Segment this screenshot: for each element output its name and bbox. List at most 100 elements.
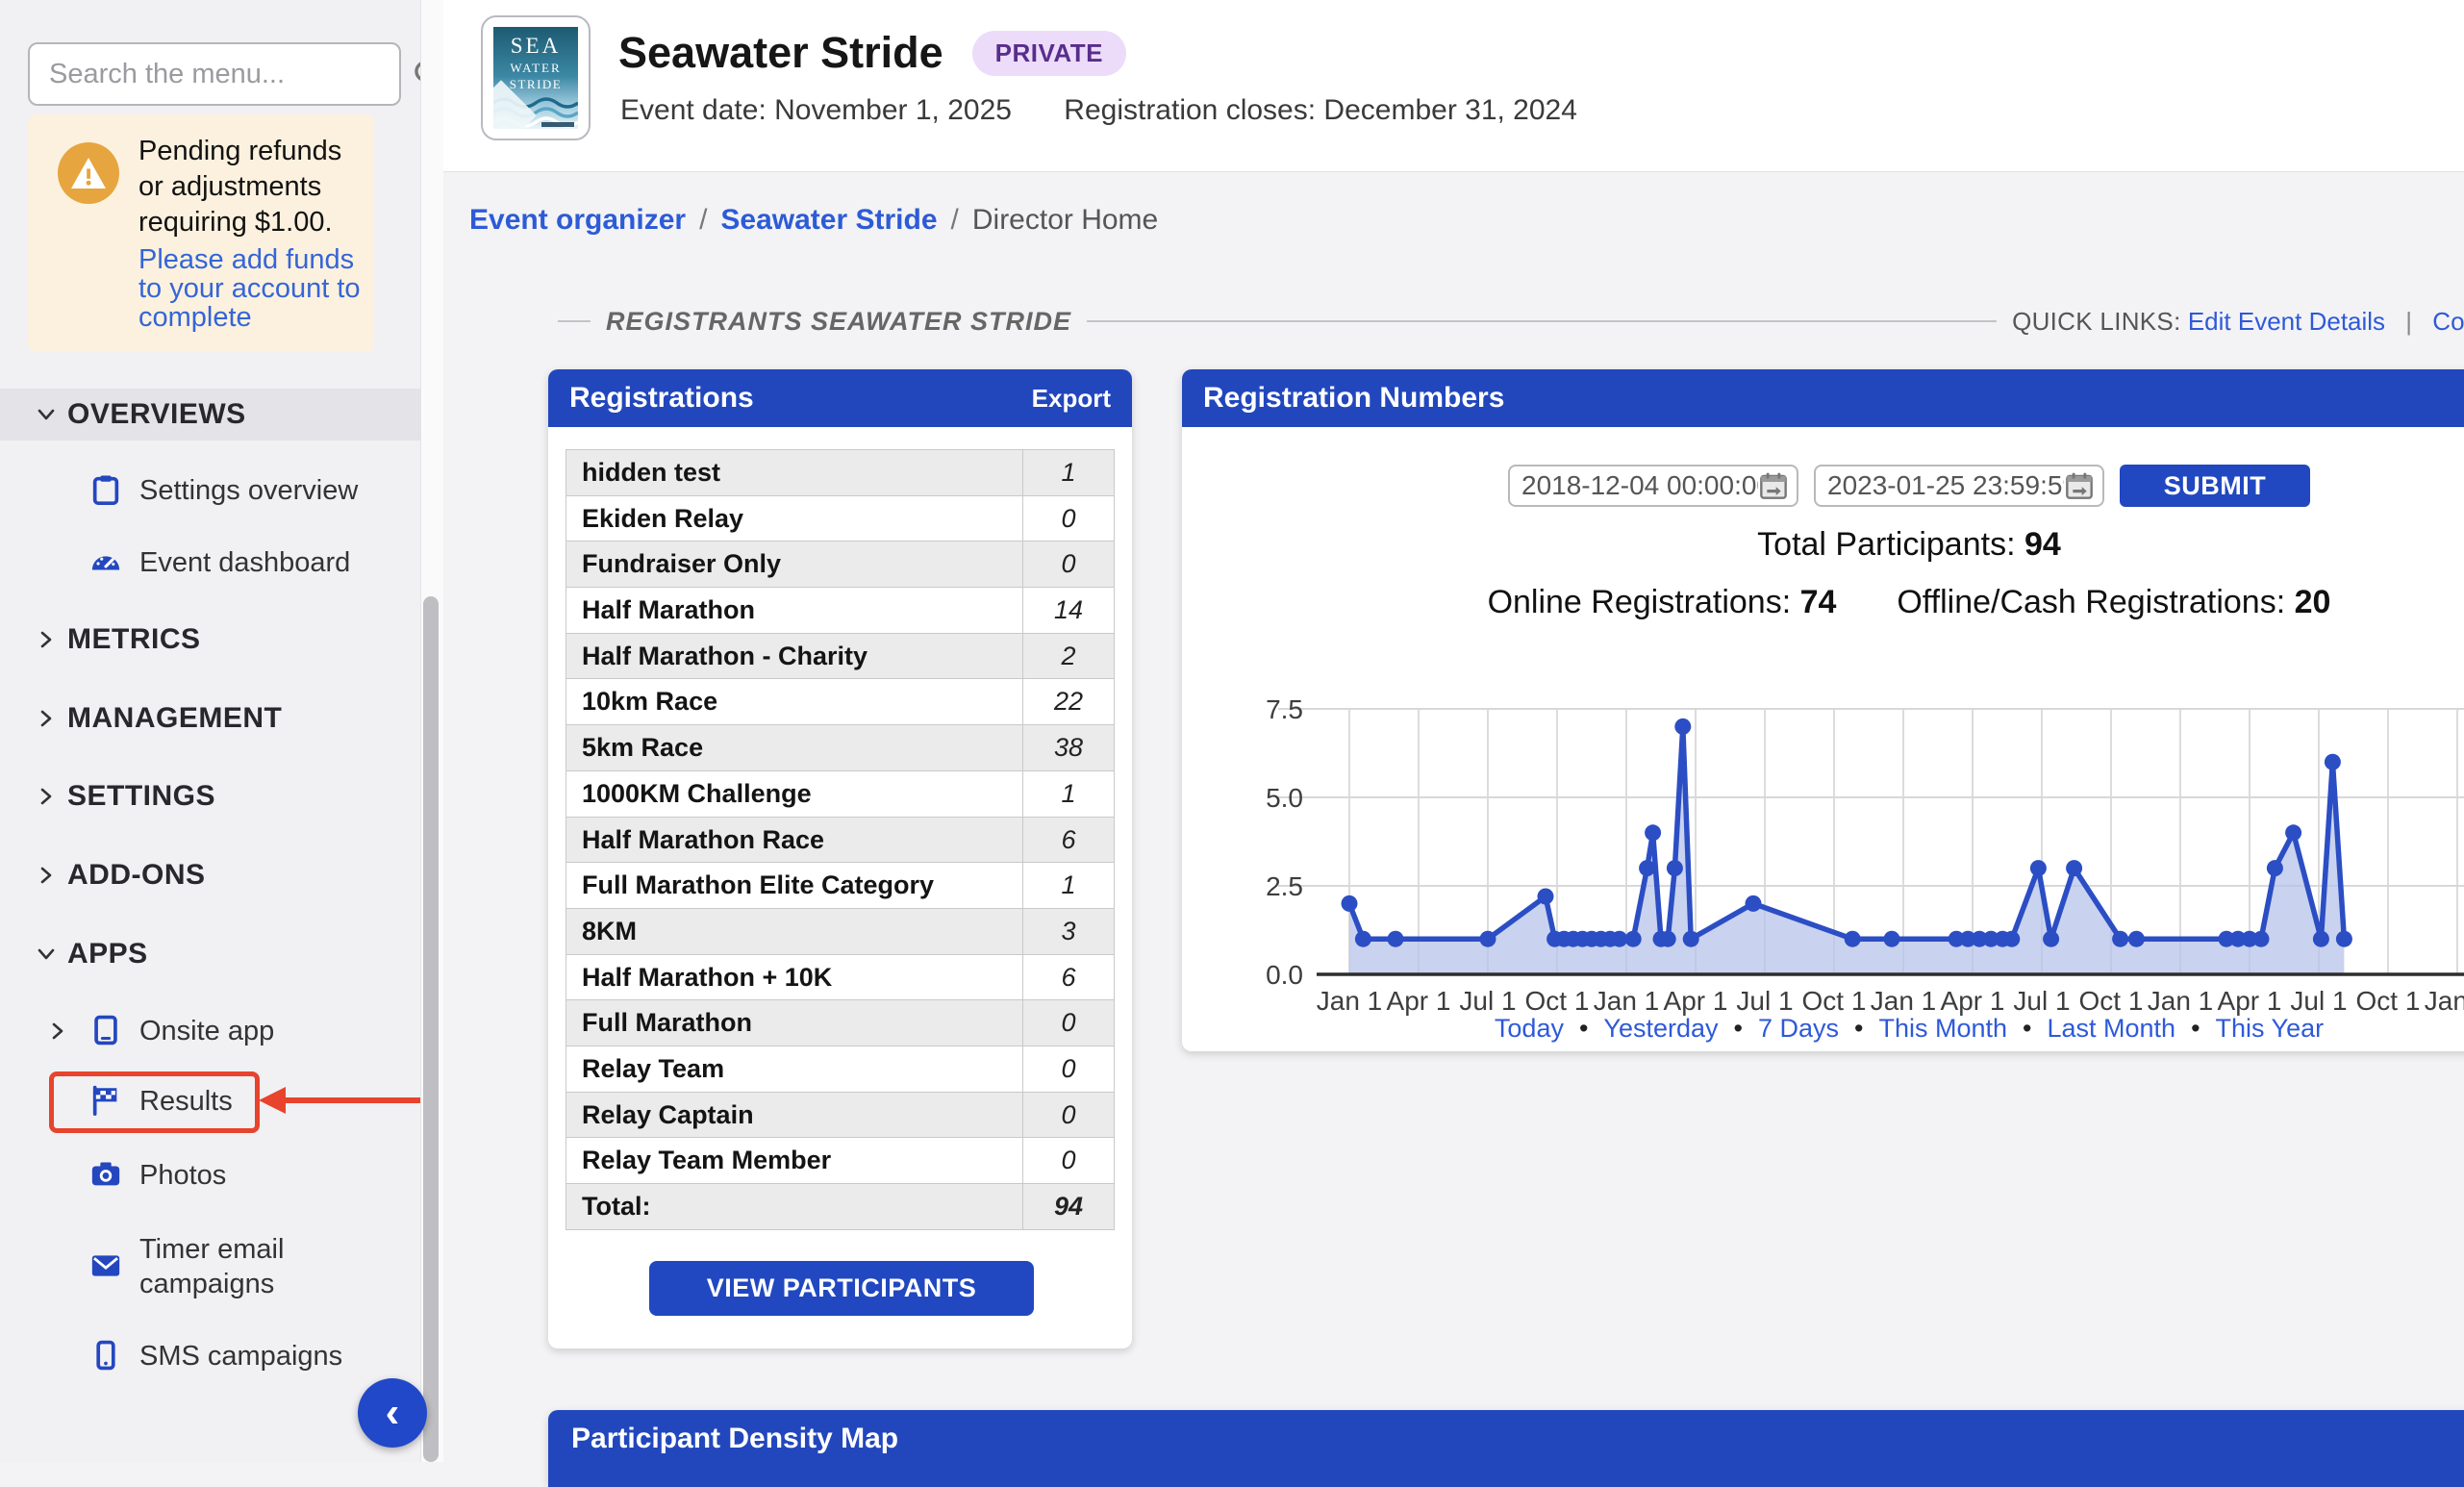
range-link-this-year[interactable]: This Year <box>2216 1014 2325 1043</box>
results-annotation-arrow <box>284 1097 440 1103</box>
dashboard-icon <box>89 545 124 580</box>
event-header: SEA WATER STRIDE Seawater Stride PRIVATE… <box>443 0 2464 172</box>
event-category-count: 0 <box>1022 1093 1114 1138</box>
date-range-controls: SUBMIT <box>1182 465 2464 507</box>
event-category-label: Ekiden Relay <box>566 496 1022 542</box>
registrations-time-chart: 0.02.55.07.5Jan 1Apr 1Jul 1Oct 1Jan 1Apr… <box>1182 689 2464 1021</box>
event-category-count: 1 <box>1022 863 1114 908</box>
table-row-1000km-challenge: 1000KM Challenge1 <box>566 771 1114 818</box>
event-category-label: 5km Race <box>566 725 1022 770</box>
table-row-full-marathon-elite-category: Full Marathon Elite Category1 <box>566 863 1114 909</box>
edit-event-details-link[interactable]: Edit Event Details <box>2188 307 2385 336</box>
breadcrumb-seawater-stride[interactable]: Seawater Stride <box>720 204 937 236</box>
table-row-total: Total:94 <box>566 1184 1114 1229</box>
sidebar-item-apps[interactable]: APPS <box>0 928 420 980</box>
sidebar-item-label: Settings overview <box>139 473 358 508</box>
sidebar-item-add-ons[interactable]: ADD-ONS <box>0 849 420 901</box>
rule-line <box>1087 320 1997 322</box>
event-category-count: 0 <box>1022 1000 1114 1046</box>
table-row-relay-team: Relay Team0 <box>566 1046 1114 1093</box>
sidebar-item-timer-email-campaigns[interactable]: Timer email campaigns <box>0 1215 420 1319</box>
participant-density-map-panel: Participant Density Map <box>548 1410 2464 1487</box>
sidebar-item-overviews[interactable]: OVERVIEWS <box>0 389 420 441</box>
date-to-input[interactable] <box>1816 470 2064 501</box>
range-link-today[interactable]: Today <box>1495 1014 1564 1043</box>
table-row-hidden-test: hidden test1 <box>566 450 1114 496</box>
logo-caption <box>541 122 574 127</box>
submit-button[interactable]: SUBMIT <box>2120 465 2310 507</box>
sidebar-item-sms-campaigns[interactable]: SMS campaigns <box>0 1330 420 1382</box>
sidebar: Pending refunds or adjustments requiring… <box>0 0 443 1462</box>
event-category-label: 10km Race <box>566 679 1022 724</box>
sidebar-scrollbar-thumb[interactable] <box>423 596 439 1462</box>
event-category-label: Relay Team <box>566 1046 1022 1092</box>
sidebar-item-event-dashboard[interactable]: Event dashboard <box>0 537 420 589</box>
pending-refunds-alert: Pending refunds or adjustments requiring… <box>28 114 374 352</box>
sidebar-item-settings[interactable]: SETTINGS <box>0 770 420 822</box>
collapse-sidebar-button[interactable] <box>358 1378 427 1448</box>
table-row-relay-captain: Relay Captain0 <box>566 1093 1114 1139</box>
table-row-full-marathon: Full Marathon0 <box>566 1000 1114 1046</box>
sidebar-item-label: Results <box>139 1084 233 1119</box>
event-category-count: 1 <box>1022 771 1114 817</box>
range-link-this-month[interactable]: This Month <box>1878 1014 2007 1043</box>
view-participants-button[interactable]: VIEW PARTICIPANTS <box>649 1261 1034 1316</box>
date-from-field[interactable] <box>1508 465 1798 507</box>
sidebar-item-photos[interactable]: Photos <box>0 1149 420 1201</box>
sidebar-item-onsite-app[interactable]: Onsite app <box>0 1005 420 1057</box>
breadcrumb-event-organizer[interactable]: Event organizer <box>469 204 686 236</box>
range-link-7-days[interactable]: 7 Days <box>1758 1014 1839 1043</box>
copy-event-link[interactable]: Copy <box>2432 307 2464 336</box>
quick-links: QUICK LINKS: Edit Event Details | Copy <box>2012 307 2464 337</box>
tablet-icon <box>89 1014 124 1048</box>
calendar-icon[interactable] <box>1758 470 1789 501</box>
bullet-separator: • <box>2023 1014 2031 1043</box>
event-category-count: 0 <box>1022 1046 1114 1092</box>
table-row-half-marathon: Half Marathon14 <box>566 588 1114 634</box>
sidebar-item-label: SMS campaigns <box>139 1339 342 1374</box>
event-category-label: Half Marathon + 10K <box>566 955 1022 1000</box>
event-category-count: 0 <box>1022 542 1114 587</box>
table-row-half-marathon-charity: Half Marathon - Charity2 <box>566 634 1114 680</box>
event-category-count: 6 <box>1022 955 1114 1000</box>
event-category-count: 6 <box>1022 818 1114 863</box>
event-category-count: 14 <box>1022 588 1114 633</box>
sidebar-item-label: OVERVIEWS <box>67 398 246 431</box>
range-link-last-month[interactable]: Last Month <box>2047 1014 2175 1043</box>
range-link-yesterday[interactable]: Yesterday <box>1603 1014 1718 1043</box>
table-row-half-marathon-10k: Half Marathon + 10K6 <box>566 955 1114 1001</box>
date-to-field[interactable] <box>1814 465 2104 507</box>
add-funds-link[interactable]: Please add funds to your account to comp… <box>138 245 379 332</box>
table-row-relay-team-member: Relay Team Member0 <box>566 1138 1114 1184</box>
registration-numbers-panel: Registration Numbers SUBMIT <box>1182 369 2464 1051</box>
event-category-label: Half Marathon Race <box>566 818 1022 863</box>
event-category-label: Relay Captain <box>566 1093 1022 1138</box>
phone-icon <box>89 1339 124 1374</box>
date-from-input[interactable] <box>1510 470 1758 501</box>
table-row-half-marathon-race: Half Marathon Race6 <box>566 818 1114 864</box>
date-range-shortcuts: Today•Yesterday•7 Days•This Month•Last M… <box>1182 1012 2464 1045</box>
chevron-right-icon <box>35 628 58 651</box>
breadcrumb-director-home: Director Home <box>972 204 1158 236</box>
calendar-icon[interactable] <box>2064 470 2095 501</box>
menu-search-box[interactable] <box>28 42 401 106</box>
event-category-count: 94 <box>1022 1184 1114 1229</box>
warning-icon <box>58 142 119 204</box>
rule-line <box>558 320 591 322</box>
sidebar-item-settings-overview[interactable]: Settings overview <box>0 465 420 517</box>
registrations-table: hidden test1Ekiden Relay0Fundraiser Only… <box>566 449 1115 1230</box>
search-input[interactable] <box>30 59 412 90</box>
clipboard-icon <box>89 473 124 508</box>
event-category-count: 1 <box>1022 450 1114 495</box>
sidebar-item-management[interactable]: MANAGEMENT <box>0 693 420 744</box>
separator: | <box>2405 307 2412 336</box>
breadcrumb: Event organizer/Seawater Stride/Director… <box>469 204 1158 237</box>
page-title: Seawater Stride <box>618 27 943 79</box>
svg-text:2.5: 2.5 <box>1266 871 1303 901</box>
sidebar-item-metrics[interactable]: METRICS <box>0 614 420 666</box>
registrations-panel-header: Registrations Export <box>548 369 1132 427</box>
export-button[interactable]: Export <box>1032 384 1111 414</box>
event-category-count: 3 <box>1022 909 1114 954</box>
chevron-right-icon <box>46 1020 69 1043</box>
sidebar-item-label: Photos <box>139 1158 226 1193</box>
